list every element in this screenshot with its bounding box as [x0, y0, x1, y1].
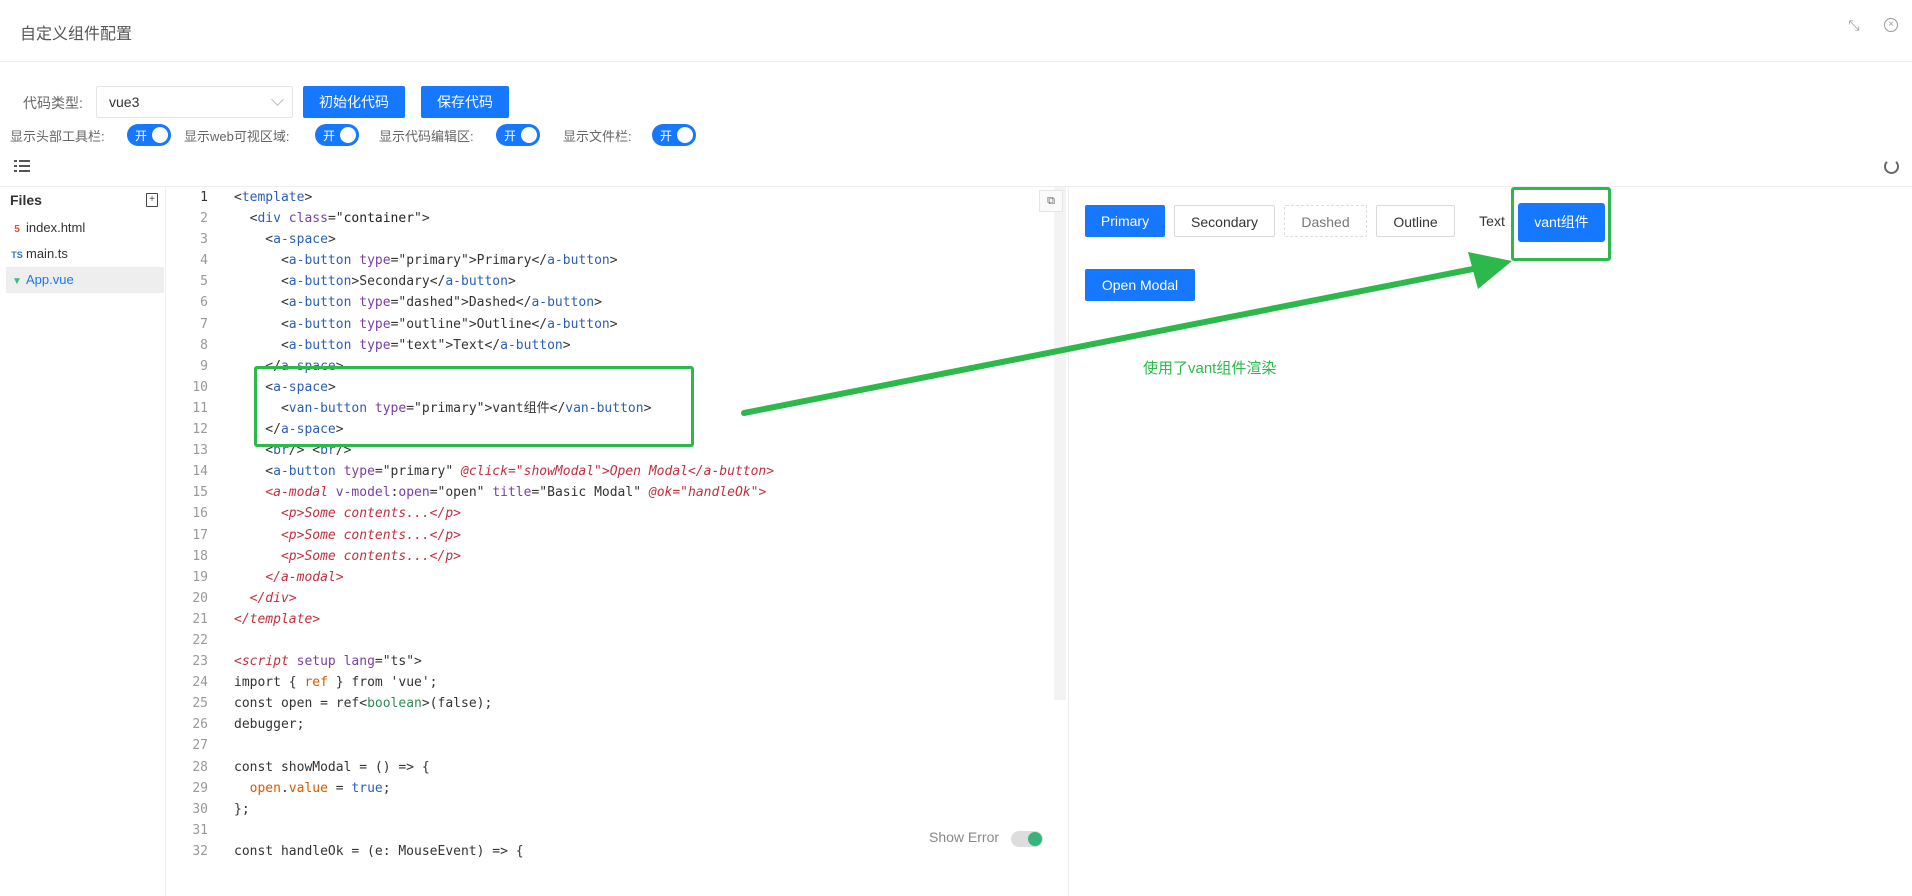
annotation-arrow — [741, 252, 1512, 416]
